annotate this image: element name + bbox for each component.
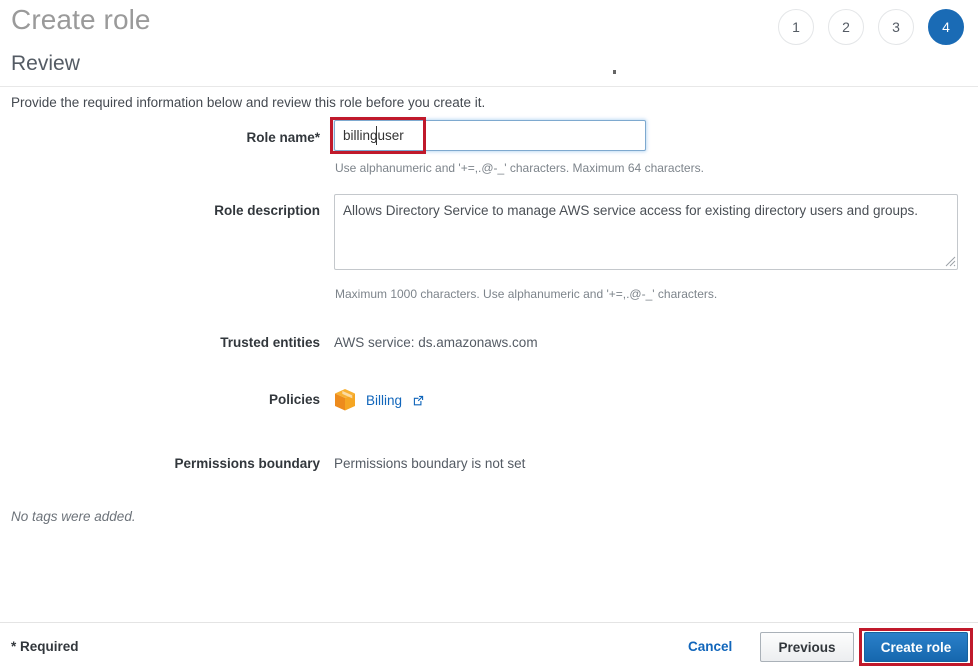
trusted-entities-value: AWS service: ds.amazonaws.com — [334, 335, 538, 350]
role-description-label: Role description — [214, 203, 320, 218]
cursor-artifact — [613, 70, 616, 74]
footer-divider — [0, 622, 978, 623]
policy-cube-icon — [335, 389, 355, 411]
role-name-label: Role name* — [246, 130, 320, 145]
previous-button[interactable]: Previous — [760, 632, 854, 662]
role-description-textarea[interactable] — [334, 194, 958, 270]
cancel-link[interactable]: Cancel — [688, 639, 732, 654]
required-note: * Required — [11, 639, 79, 654]
wizard-step-indicator: 1 2 3 4 — [778, 9, 964, 45]
section-intro-text: Provide the required information below a… — [11, 95, 486, 110]
create-role-button[interactable]: Create role — [864, 632, 968, 662]
role-name-hint: Use alphanumeric and '+=,.@-_' character… — [335, 161, 704, 175]
tags-note: No tags were added. — [11, 509, 136, 524]
permissions-boundary-label: Permissions boundary — [174, 456, 320, 471]
policies-label: Policies — [268, 392, 320, 407]
section-divider — [0, 86, 978, 87]
policy-billing-link[interactable]: Billing — [366, 393, 402, 408]
page-title: Create role — [11, 4, 151, 35]
section-title: Review — [11, 52, 80, 75]
wizard-step-3[interactable]: 3 — [878, 9, 914, 45]
permissions-boundary-value: Permissions boundary is not set — [334, 456, 526, 471]
external-link-icon[interactable] — [412, 394, 425, 407]
wizard-step-1[interactable]: 1 — [778, 9, 814, 45]
wizard-step-2[interactable]: 2 — [828, 9, 864, 45]
create-role-page: Create role 1 2 3 4 Review Provide the r… — [0, 0, 978, 667]
trusted-entities-label: Trusted entities — [220, 335, 320, 350]
role-name-input[interactable] — [334, 120, 646, 151]
text-caret — [376, 126, 377, 145]
role-description-hint: Maximum 1000 characters. Use alphanumeri… — [335, 287, 718, 301]
wizard-step-4[interactable]: 4 — [928, 9, 964, 45]
